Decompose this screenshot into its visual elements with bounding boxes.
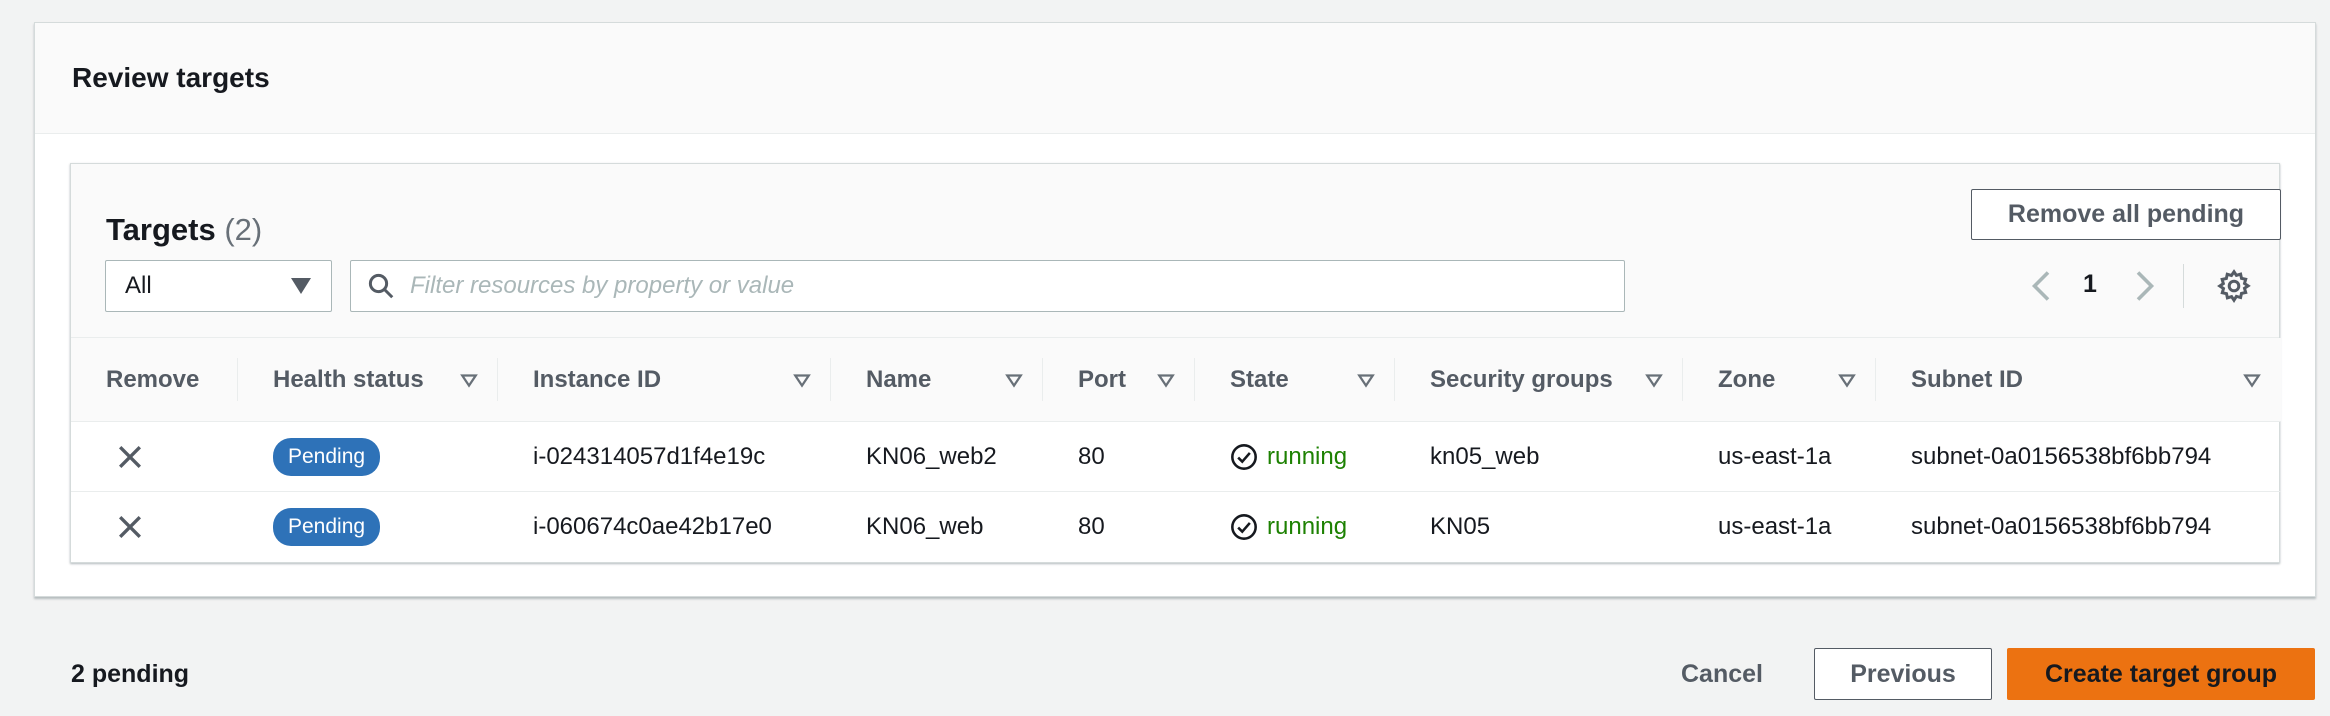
targets-title-text: Targets: [106, 212, 216, 247]
cell-port: 80: [1078, 512, 1105, 540]
search-box[interactable]: [350, 260, 1625, 312]
col-security-groups[interactable]: Security groups: [1395, 338, 1683, 422]
col-health-status[interactable]: Health status: [238, 338, 498, 422]
remove-all-pending-button[interactable]: Remove all pending: [1971, 189, 2281, 240]
cell-subnet-id: subnet-0a0156538bf6bb794: [1911, 512, 2212, 540]
create-target-group-button[interactable]: Create target group: [2007, 648, 2315, 700]
cell-instance-id: i-060674c0ae42b17e0: [533, 512, 772, 540]
targets-header: Targets (2) Remove all pending All 1: [71, 164, 2281, 338]
sort-icon[interactable]: [1005, 371, 1023, 389]
col-header-label: Instance ID: [533, 365, 662, 393]
cell-remove: [71, 422, 238, 492]
sort-icon[interactable]: [1357, 371, 1375, 389]
col-instance-id[interactable]: Instance ID: [498, 338, 831, 422]
sort-icon[interactable]: [1157, 371, 1175, 389]
state-text: running: [1267, 442, 1348, 470]
state-indicator: running: [1230, 443, 1395, 471]
filter-select-value: All: [125, 272, 152, 299]
col-header-label: Zone: [1718, 365, 1776, 393]
col-header-label: State: [1230, 365, 1289, 393]
col-header-label: Health status: [273, 365, 424, 393]
sort-icon[interactable]: [793, 371, 811, 389]
sort-icon[interactable]: [460, 371, 478, 389]
table-row: Pending i-024314057d1f4e19c KN06_web2 80…: [71, 421, 2281, 492]
col-header-label: Remove: [106, 365, 200, 393]
cancel-button[interactable]: Cancel: [1664, 648, 1780, 700]
cell-state: running: [1195, 492, 1395, 562]
cell-remove: [71, 492, 238, 562]
sort-icon[interactable]: [1645, 371, 1663, 389]
cell-instance-id: i-024314057d1f4e19c: [533, 442, 766, 470]
check-circle-icon: [1231, 513, 1257, 540]
col-subnet-id[interactable]: Subnet ID: [1876, 338, 2281, 422]
cell-zone: us-east-1a: [1718, 512, 1832, 540]
caret-down-icon: [291, 278, 311, 294]
filter-select[interactable]: All: [105, 260, 332, 312]
close-icon[interactable]: [116, 443, 144, 471]
targets-title: Targets (2): [106, 212, 262, 248]
state-text: running: [1267, 512, 1348, 540]
status-badge: Pending: [273, 437, 381, 476]
cell-port: 80: [1078, 442, 1105, 470]
cell-name: KN06_web2: [866, 442, 997, 470]
col-header-label: Name: [866, 365, 932, 393]
sort-icon[interactable]: [1838, 371, 1856, 389]
review-targets-panel: Review targets Targets (2) Remove all pe…: [34, 22, 2316, 597]
pending-count: 2 pending: [71, 660, 190, 688]
state-indicator: running: [1230, 513, 1395, 541]
col-remove: Remove: [71, 338, 238, 422]
targets-table-container: Targets (2) Remove all pending All 1: [70, 163, 2281, 563]
col-header-label: Port: [1078, 365, 1126, 393]
col-port[interactable]: Port: [1043, 338, 1195, 422]
col-state[interactable]: State: [1195, 338, 1395, 422]
search-input[interactable]: [410, 272, 1590, 300]
cell-security-groups: kn05_web: [1430, 442, 1540, 470]
cell-subnet-id: subnet-0a0156538bf6bb794: [1911, 442, 2212, 470]
search-icon: [368, 273, 394, 299]
check-circle-icon: [1231, 443, 1257, 470]
gear-icon[interactable]: [2216, 268, 2252, 304]
page-title: Review targets: [72, 62, 270, 93]
cell-security-groups: KN05: [1430, 512, 1491, 540]
close-icon[interactable]: [116, 513, 144, 541]
cell-health: Pending: [238, 422, 498, 492]
cell-zone: us-east-1a: [1718, 442, 1832, 470]
previous-button[interactable]: Previous: [1814, 648, 1992, 700]
sort-icon[interactable]: [2243, 371, 2261, 389]
chevron-right-icon[interactable]: [2129, 268, 2159, 304]
cell-state: running: [1195, 422, 1395, 492]
col-name[interactable]: Name: [831, 338, 1043, 422]
targets-count: (2): [224, 212, 263, 247]
targets-table: Remove Health status Instance ID Name Po…: [71, 338, 2281, 562]
table-header-row: Remove Health status Instance ID Name Po…: [71, 338, 2281, 422]
col-header-label: Security groups: [1430, 365, 1613, 393]
page-number[interactable]: 1: [2083, 270, 2097, 299]
chevron-left-icon[interactable]: [2027, 268, 2057, 304]
panel-header: Review targets: [35, 23, 2315, 134]
status-badge: Pending: [273, 507, 381, 546]
table-row: Pending i-060674c0ae42b17e0 KN06_web 80 …: [71, 491, 2281, 562]
cell-health: Pending: [238, 492, 498, 562]
pager-divider: [2183, 264, 2184, 308]
cell-name: KN06_web: [866, 512, 984, 540]
col-zone[interactable]: Zone: [1683, 338, 1876, 422]
col-header-label: Subnet ID: [1911, 365, 2023, 393]
